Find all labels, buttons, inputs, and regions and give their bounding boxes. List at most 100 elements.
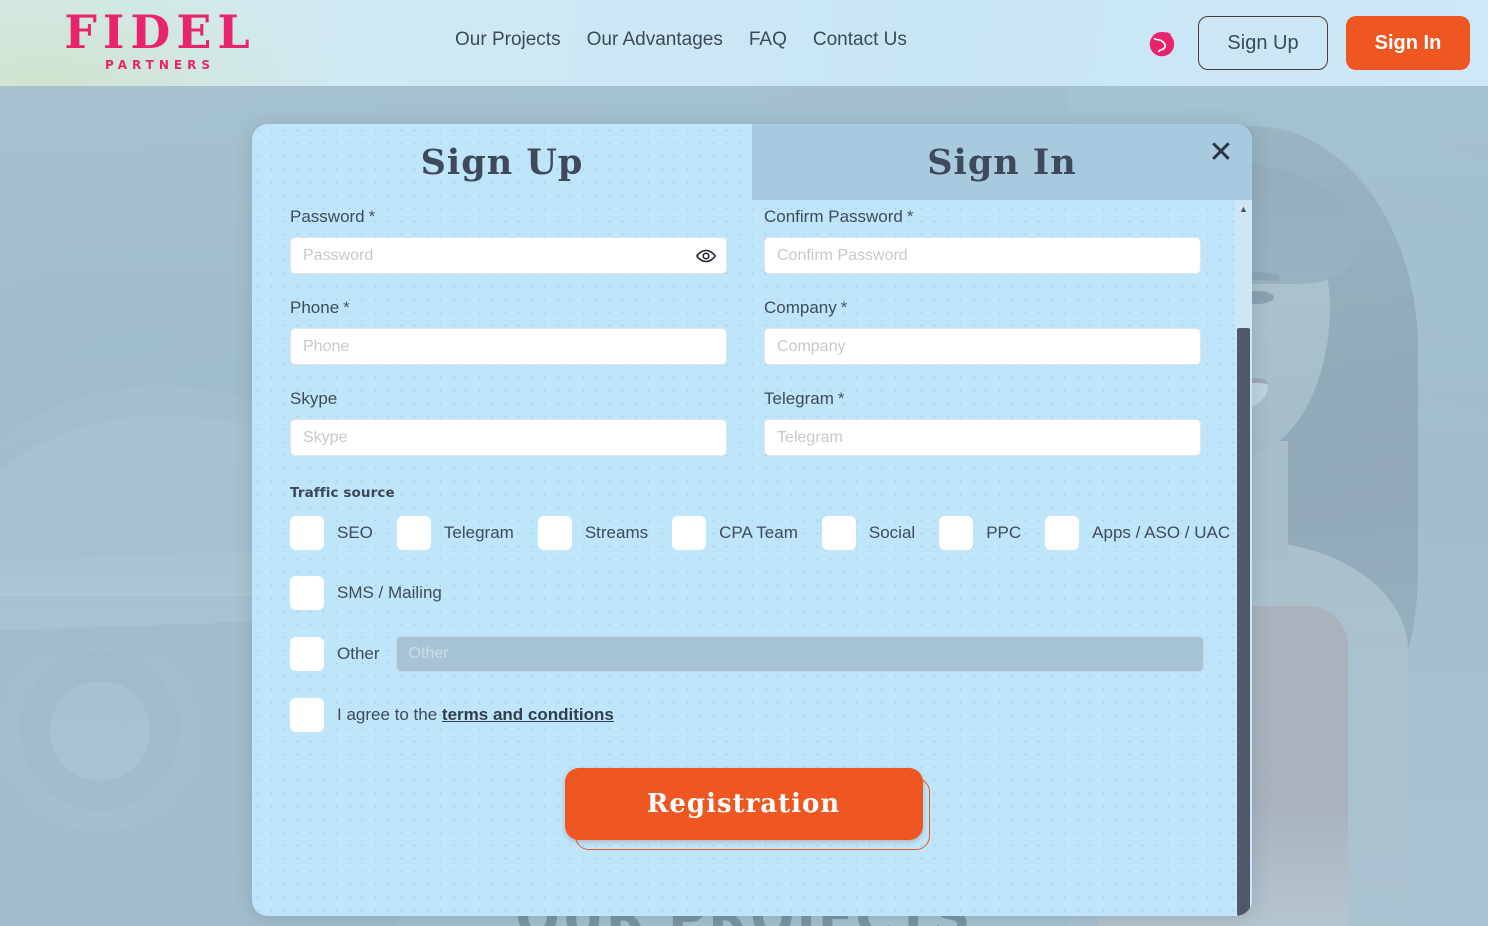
checkbox-seo-label: SEO: [337, 523, 373, 542]
field-phone-label: Phone *: [290, 298, 727, 318]
checkbox-social[interactable]: Social: [821, 516, 916, 550]
field-password-label-text: Password: [290, 207, 365, 226]
checkbox-other-box[interactable]: [290, 637, 324, 671]
phone-input[interactable]: [290, 328, 727, 365]
field-confirm-password-required: *: [906, 207, 914, 226]
scrollbar-up-arrow[interactable]: ▲: [1235, 200, 1252, 217]
auth-modal-tabs: Sign Up Sign In: [252, 124, 1252, 200]
traffic-source-other-row: Other: [290, 636, 1204, 672]
checkbox-social-label: Social: [868, 523, 916, 542]
checkbox-social-box[interactable]: [821, 516, 856, 550]
checkbox-ppc[interactable]: PPC: [939, 516, 1021, 550]
field-skype-label-text: Skype: [290, 389, 338, 408]
checkbox-sms-mailing-label: SMS / Mailing: [337, 583, 442, 602]
field-skype: Skype: [290, 389, 727, 456]
logo-wordmark: FIDEL: [64, 5, 256, 59]
car-wheel-hub-shape: [50, 681, 150, 781]
field-phone-required: *: [343, 298, 350, 317]
checkbox-other[interactable]: Other: [290, 637, 380, 671]
traffic-source-title: Traffic source: [290, 485, 395, 501]
field-password-wrap: [290, 237, 727, 274]
traffic-source-row-2: SMS / Mailing: [290, 576, 1204, 610]
nav-item-faq[interactable]: FAQ: [749, 29, 787, 51]
checkbox-streams-label: Streams: [584, 523, 649, 542]
site-logo[interactable]: FIDEL PARTNERS: [55, 5, 265, 73]
sign-up-button[interactable]: Sign Up: [1198, 16, 1328, 70]
checkbox-sms-mailing[interactable]: SMS / Mailing: [290, 576, 442, 610]
checkbox-telegram-box[interactable]: [396, 516, 431, 550]
nav-item-our-advantages[interactable]: Our Advantages: [587, 29, 723, 51]
checkbox-apps-aso-uac-label: Apps / ASO / UAC: [1092, 523, 1231, 542]
company-input[interactable]: [764, 328, 1201, 365]
checkbox-apps-aso-uac[interactable]: Apps / ASO / UAC: [1045, 516, 1230, 550]
logo-tagline: PARTNERS: [105, 58, 215, 73]
terms-text: I agree to the terms and conditions: [337, 705, 614, 725]
scrollbar-thumb[interactable]: [1237, 328, 1250, 916]
terms-and-conditions-link[interactable]: terms and conditions: [442, 705, 614, 724]
field-password-label: Password *: [290, 207, 727, 227]
checkbox-sms-mailing-box[interactable]: [290, 576, 324, 610]
other-traffic-source-input[interactable]: [395, 636, 1204, 672]
main-navigation: Our Projects Our Advantages FAQ Contact …: [455, 29, 907, 51]
checkbox-ppc-box[interactable]: [939, 516, 974, 550]
scrollbar-down-arrow[interactable]: ▼: [1235, 899, 1252, 916]
field-password: Password *: [290, 207, 727, 274]
checkbox-cpa-team[interactable]: CPA Team: [672, 516, 798, 550]
tab-sign-up[interactable]: Sign Up: [252, 124, 752, 200]
field-skype-label: Skype: [290, 389, 727, 409]
close-icon[interactable]: ✕: [1200, 132, 1242, 174]
field-phone-wrap: [290, 328, 727, 365]
form-fields-grid: Password* Con: [290, 207, 1204, 480]
globe-icon[interactable]: [1146, 26, 1180, 60]
telegram-input[interactable]: [764, 419, 1201, 456]
terms-agreement-row: I agree to the terms and conditions: [290, 698, 1204, 732]
header-actions: Sign Up Sign In: [1146, 16, 1470, 70]
confirm-password-input[interactable]: [764, 237, 1201, 274]
field-telegram-wrap: [764, 419, 1201, 456]
checkbox-ppc-label: PPC: [986, 523, 1022, 542]
modal-scrollbar[interactable]: ▲ ▼: [1235, 200, 1252, 916]
nav-item-our-projects[interactable]: Our Projects: [455, 29, 561, 51]
registration-button[interactable]: Registration: [564, 768, 923, 840]
nav-item-contact-us[interactable]: Contact Us: [813, 29, 907, 51]
checkbox-seo[interactable]: SEO: [290, 516, 373, 550]
field-phone-label-text: Phone: [290, 298, 340, 317]
field-confirm-password-label-text: Confirm Password: [764, 207, 903, 226]
skype-input[interactable]: [290, 419, 727, 456]
field-skype-wrap: [290, 419, 727, 456]
auth-modal: Sign Up Sign In ✕ Password * Password Co…: [252, 124, 1252, 916]
field-telegram-label: Telegram *: [764, 389, 1201, 409]
registration-button-wrap: Registration: [564, 768, 930, 850]
tab-sign-in[interactable]: Sign In: [752, 124, 1252, 200]
checkbox-telegram[interactable]: Telegram: [396, 516, 514, 550]
field-password-required: *: [368, 207, 376, 226]
checkbox-cpa-team-label: CPA Team: [719, 523, 798, 542]
checkbox-cpa-team-box[interactable]: [672, 516, 707, 550]
field-company-label-text: Company: [764, 298, 837, 317]
checkbox-other-label: Other: [337, 644, 380, 663]
eye-icon[interactable]: [695, 245, 717, 267]
checkbox-telegram-label: Telegram: [443, 523, 514, 542]
field-confirm-password: Confirm Password *: [764, 207, 1201, 274]
field-company: Company *: [764, 298, 1201, 365]
checkbox-terms-box[interactable]: [290, 698, 324, 732]
field-phone: Phone *: [290, 298, 727, 365]
field-confirm-password-wrap: [764, 237, 1201, 274]
field-telegram-required: *: [837, 389, 845, 408]
checkbox-streams-box[interactable]: [537, 516, 572, 550]
page-root: OUR PROJECTS FIDEL PARTNERS Our Projects…: [0, 0, 1488, 926]
sign-up-form: Password* Con: [252, 200, 1252, 916]
site-header: FIDEL PARTNERS Our Projects Our Advantag…: [0, 0, 1488, 86]
field-company-label: Company *: [764, 298, 1201, 318]
field-company-required: *: [840, 298, 848, 317]
sign-in-button[interactable]: Sign In: [1346, 16, 1470, 70]
password-input[interactable]: [290, 237, 727, 274]
field-confirm-password-label: Confirm Password *: [764, 207, 1201, 227]
checkbox-streams[interactable]: Streams: [537, 516, 649, 550]
checkbox-apps-aso-uac-box[interactable]: [1045, 516, 1080, 550]
field-telegram-label-text: Telegram: [764, 389, 834, 408]
terms-prefix: I agree to the: [337, 705, 438, 724]
checkbox-seo-box[interactable]: [290, 516, 324, 550]
field-telegram: Telegram *: [764, 389, 1201, 456]
field-company-wrap: [764, 328, 1201, 365]
